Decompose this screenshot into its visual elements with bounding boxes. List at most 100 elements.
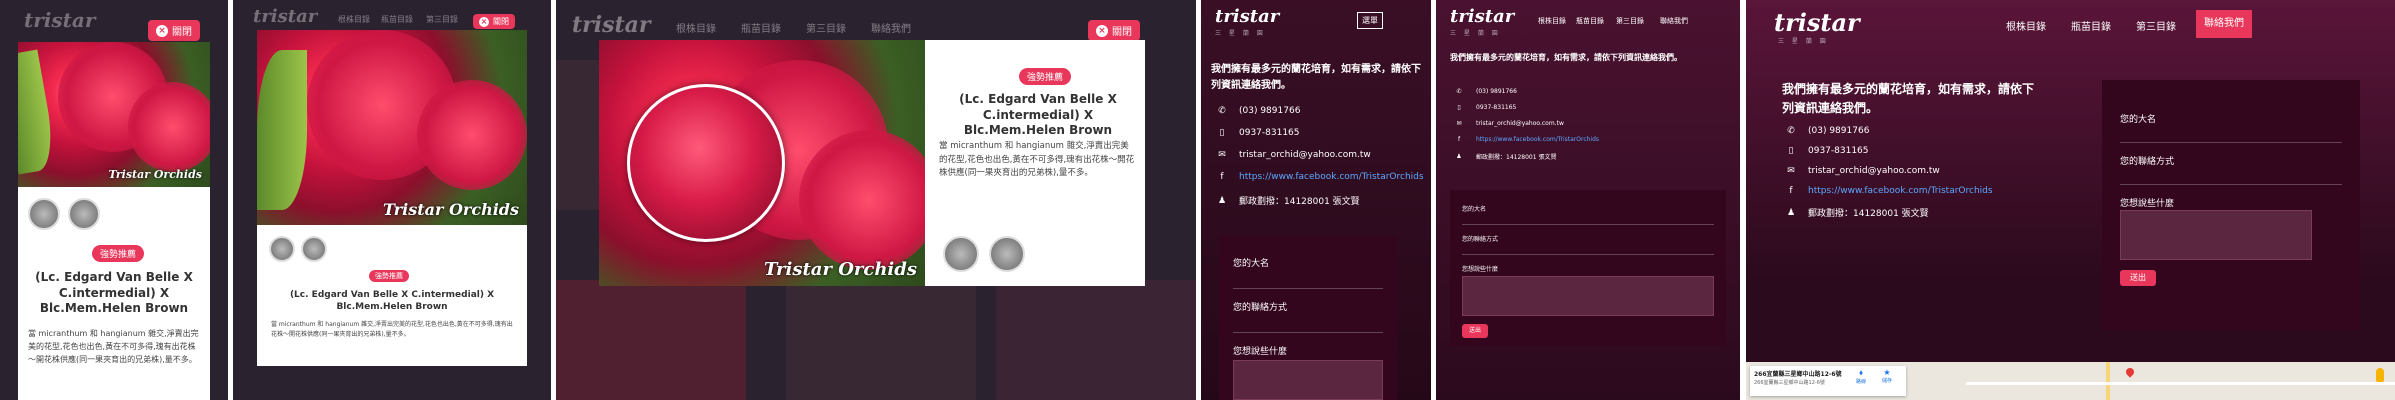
contact-email[interactable]: ✉ tristar_orchid@yahoo.com.tw	[1215, 150, 1371, 160]
close-label: 關閉	[1112, 27, 1132, 38]
contact-facebook[interactable]: f https://www.facebook.com/TristarOrchids	[1215, 172, 1424, 182]
product-photo[interactable]: Tristar Orchids	[18, 42, 210, 187]
message-field[interactable]	[2120, 210, 2312, 260]
nav-item-1[interactable]: 根株目錄	[1538, 16, 1566, 26]
nav-item-4[interactable]: 聯絡我們	[2196, 10, 2252, 38]
name-field[interactable]	[2120, 142, 2342, 143]
envelope-icon: ✉	[1456, 120, 1462, 127]
postal-text: 郵政劃撥：14128001 張文賢	[1808, 209, 1929, 219]
nav-item-2[interactable]: 瓶苗目錄	[741, 20, 781, 35]
route-label: 路線	[1856, 379, 1867, 385]
brand-logo[interactable]: tristar	[1774, 8, 1860, 37]
nav-item-4[interactable]: 聯絡我們	[1660, 16, 1688, 26]
close-icon: ×	[1096, 24, 1108, 37]
menu-button[interactable]: 選單	[1357, 12, 1383, 29]
name-label: 您的大名	[1462, 206, 1487, 213]
nav-item-1[interactable]: 根株目錄	[676, 20, 716, 35]
panel-tablet-product: tristar 根株目錄 瓶苗目錄 第三目錄 × 關閉 Tristar Orch…	[233, 0, 551, 400]
thumbnail-2[interactable]	[989, 236, 1025, 272]
nav-item-4[interactable]: 聯絡我們	[871, 20, 911, 35]
message-field[interactable]	[1462, 276, 1714, 316]
facebook-icon: f	[1457, 136, 1461, 143]
petal-shape	[417, 80, 527, 190]
email-text: tristar_orchid@yahoo.com.tw	[1808, 166, 1940, 176]
product-photo[interactable]: Tristar Orchids	[599, 40, 925, 286]
nav-item-3[interactable]: 第三目錄	[1616, 16, 1644, 26]
postal-text: 郵政劃撥：14128001 張文賢	[1239, 197, 1360, 207]
product-title: (Lc. Edgard Van Belle X C.intermedial) X…	[35, 270, 193, 316]
brand-subtitle: 三 星 蘭 園	[1215, 30, 1266, 37]
contact-phone: ✆ (03) 9891766	[1784, 126, 1869, 136]
mobile-icon: ▯	[1788, 146, 1794, 156]
thumbnail-1[interactable]	[28, 198, 60, 230]
thumbnail-1[interactable]	[943, 236, 979, 272]
contact-phone: ✆ (03) 9891766	[1215, 106, 1300, 116]
submit-button[interactable]: 送出	[2120, 270, 2156, 286]
brand-logo[interactable]: tristar	[1450, 6, 1514, 27]
mobile-icon: ▯	[1457, 104, 1461, 111]
background-tile	[786, 280, 976, 400]
message-field[interactable]	[1233, 360, 1383, 400]
nav-item-3[interactable]: 第三目錄	[806, 20, 846, 35]
close-button[interactable]: × 關閉	[473, 14, 515, 29]
contact-postal: ♟ 郵政劃撥：14128001 張文賢	[1784, 206, 1929, 220]
nav-item-1[interactable]: 根株目錄	[338, 14, 370, 25]
nav-item-2[interactable]: 瓶苗目錄	[2071, 18, 2111, 33]
close-button[interactable]: × 關閉	[1088, 20, 1140, 41]
contact-form: 您的大名 您的聯絡方式 您想說些什麼 送出	[1450, 190, 1726, 346]
product-card: Tristar Orchids 強勢推薦 (Lc. Edgard Van Bel…	[18, 42, 210, 400]
message-label: 您想說些什麼	[1462, 266, 1499, 273]
email-text: tristar_orchid@yahoo.com.tw	[1476, 120, 1564, 127]
contact-field[interactable]	[1462, 254, 1714, 255]
nav-item-3[interactable]: 第三目錄	[426, 14, 458, 25]
petal-shape	[799, 130, 925, 270]
facebook-icon: f	[1220, 172, 1224, 182]
leaf-shape	[18, 49, 59, 175]
map-area[interactable]: 266宜蘭縣三星鄉中山路12-6號 266宜蘭縣三星鄉中山路12-6號 ⬧ 路線…	[1746, 362, 2395, 400]
map-pin-icon[interactable]	[2124, 366, 2136, 378]
thumbnail-2[interactable]	[301, 236, 327, 262]
brand-logo[interactable]: tristar	[24, 8, 95, 32]
nav-item-2[interactable]: 瓶苗目錄	[381, 14, 413, 25]
message-label: 您想說些什麼	[2120, 199, 2175, 209]
nav-item-2[interactable]: 瓶苗目錄	[1576, 16, 1604, 26]
facebook-link[interactable]: https://www.facebook.com/TristarOrchids	[1808, 186, 1993, 196]
zoom-lens[interactable]	[627, 84, 785, 242]
contact-field[interactable]	[1233, 332, 1383, 333]
contact-field[interactable]	[2120, 184, 2342, 185]
pegman-icon[interactable]	[2376, 368, 2384, 382]
close-icon: ×	[479, 16, 489, 27]
panel-desktop-contact: tristar 三 星 蘭 園 根株目錄 瓶苗目錄 第三目錄 聯絡我們 我們擁有…	[1746, 0, 2395, 400]
recommend-badge: 強勢推薦	[1019, 68, 1072, 85]
facebook-link[interactable]: https://www.facebook.com/TristarOrchids	[1476, 136, 1599, 143]
close-button[interactable]: × 關閉	[148, 20, 200, 41]
submit-button[interactable]: 送出	[1462, 324, 1488, 338]
brand-logo[interactable]: tristar	[1215, 6, 1279, 27]
facebook-link[interactable]: https://www.facebook.com/TristarOrchids	[1239, 172, 1424, 182]
phone-text: (03) 9891766	[1476, 88, 1517, 95]
save-button[interactable]: ★ 儲存	[1882, 368, 1892, 384]
panel-mobile-contact: tristar 三 星 蘭 園 選單 我們擁有最多元的蘭花培育，如有需求，請依下…	[1201, 0, 1431, 400]
map-road	[2106, 362, 2110, 400]
user-icon: ♟	[1456, 153, 1462, 160]
brand-logo[interactable]: tristar	[572, 12, 651, 38]
route-button[interactable]: ⬧ 路線	[1856, 368, 1866, 385]
mobile-text: 0937-831165	[1239, 128, 1300, 138]
name-field[interactable]	[1233, 288, 1383, 289]
nav-item-3[interactable]: 第三目錄	[2136, 18, 2176, 33]
contact-email[interactable]: ✉ tristar_orchid@yahoo.com.tw	[1784, 166, 1940, 176]
nav-item-1[interactable]: 根株目錄	[2006, 18, 2046, 33]
panel-desktop-product: tristar 根株目錄 瓶苗目錄 第三目錄 聯絡我們 × 關閉 Tristar…	[556, 0, 1196, 400]
contact-facebook[interactable]: f https://www.facebook.com/TristarOrchids	[1452, 136, 1599, 143]
contact-facebook[interactable]: f https://www.facebook.com/TristarOrchids	[1784, 186, 1993, 196]
contact-label: 您的聯絡方式	[1462, 236, 1499, 243]
name-field[interactable]	[1462, 224, 1714, 225]
close-label: 關閉	[493, 17, 509, 26]
phone-text: (03) 9891766	[1808, 126, 1870, 136]
brand-logo[interactable]: tristar	[253, 6, 317, 27]
contact-email[interactable]: ✉ tristar_orchid@yahoo.com.tw	[1452, 120, 1564, 127]
product-description: 當 micranthum 和 hangianum 雜交,淨賣出完美的花型,花色也…	[939, 141, 1135, 179]
product-photo[interactable]: Tristar Orchids	[257, 30, 527, 225]
thumbnail-2[interactable]	[68, 198, 100, 230]
thumbnail-1[interactable]	[269, 236, 295, 262]
